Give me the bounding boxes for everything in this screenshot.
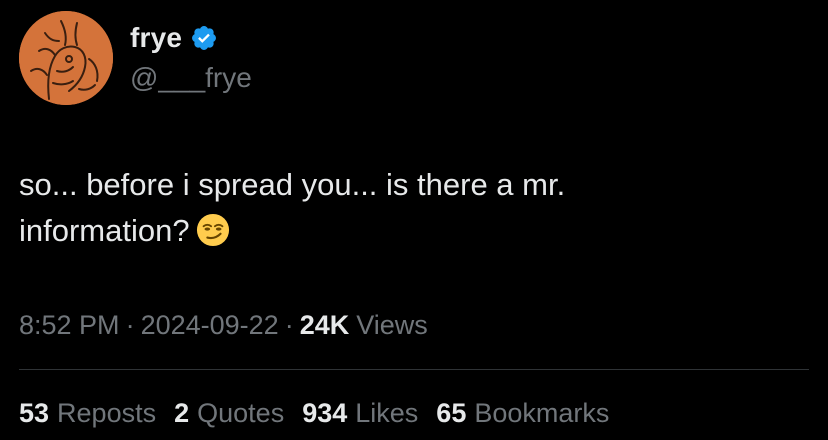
reposts-label: Reposts (57, 397, 157, 428)
divider (19, 369, 809, 370)
likes-stat[interactable]: 934 Likes (302, 398, 418, 429)
views-count[interactable]: 24K (300, 310, 350, 341)
tweet-text-line: information? (19, 208, 799, 254)
avatar-illustration (19, 11, 113, 105)
reposts-count: 53 (19, 397, 50, 428)
author-handle[interactable]: @___frye (130, 62, 252, 94)
meta-separator: · (125, 309, 135, 340)
reposts-stat[interactable]: 53 Reposts (19, 398, 156, 429)
meta-separator: · (284, 309, 294, 340)
bookmarks-label: Bookmarks (474, 397, 610, 428)
author-name-row[interactable]: frye (130, 20, 218, 56)
quotes-count: 2 (174, 397, 190, 428)
tweet-meta: 8:52 PM · 2024-09-22 · 24K Views (19, 306, 428, 344)
tweet-date[interactable]: 2024-09-22 (141, 310, 279, 341)
verified-badge-icon (192, 26, 217, 50)
tweet-text: so... before i spread you... is there a … (19, 162, 799, 254)
quotes-stat[interactable]: 2 Quotes (174, 398, 284, 429)
quotes-label: Quotes (197, 397, 285, 428)
bookmarks-count: 65 (436, 397, 467, 428)
likes-count: 934 (302, 397, 348, 428)
avatar[interactable] (19, 11, 113, 105)
tweet-time[interactable]: 8:52 PM (19, 310, 120, 341)
views-label[interactable]: Views (356, 310, 428, 341)
author-display-name[interactable]: frye (130, 22, 182, 54)
likes-label: Likes (355, 397, 419, 428)
smirking-face-emoji-icon (196, 213, 229, 247)
tweet-text-fragment: information? (19, 213, 190, 248)
engagement-stats: 53 Reposts 2 Quotes 934 Likes 65 Bookmar… (19, 394, 627, 432)
bookmarks-stat[interactable]: 65 Bookmarks (436, 398, 609, 429)
tweet-text-line: so... before i spread you... is there a … (19, 167, 566, 202)
